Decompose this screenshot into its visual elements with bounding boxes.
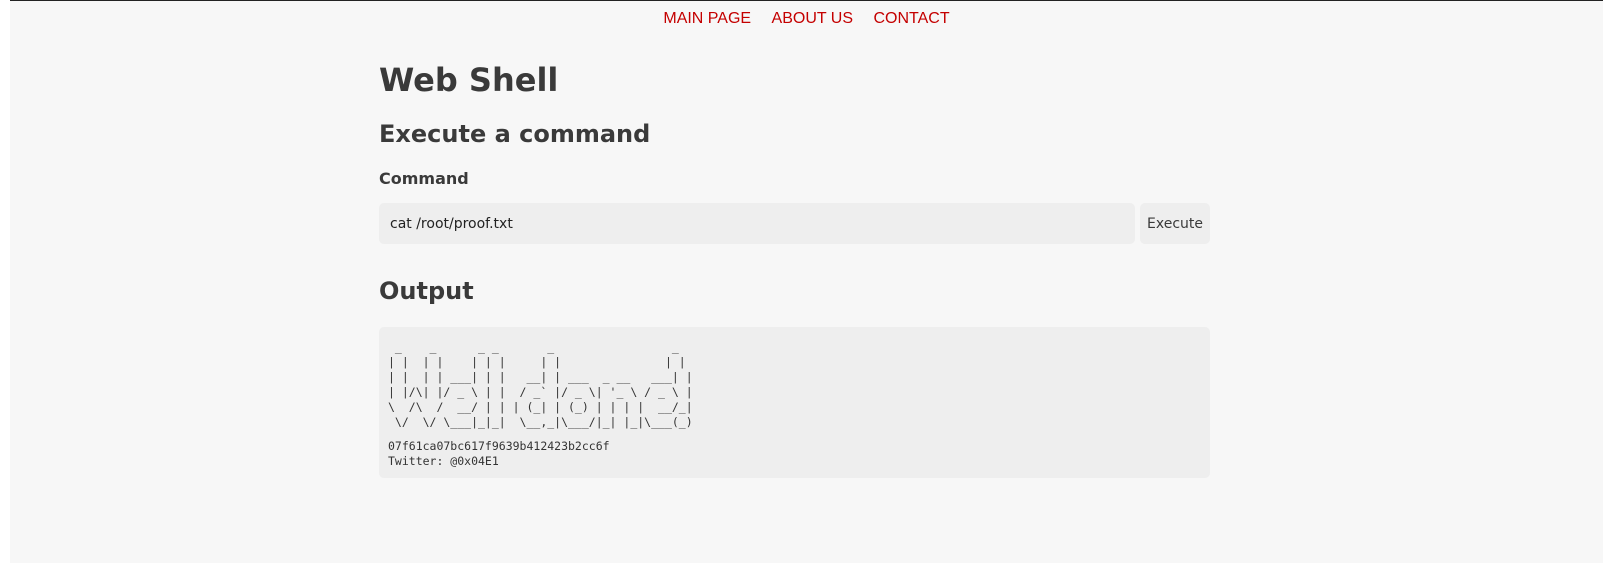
twitter-handle: Twitter: @0x04E1 [388, 454, 499, 468]
nav-about-us-link[interactable]: ABOUT US [772, 10, 854, 27]
top-nav: MAIN PAGE ABOUT US CONTACT [10, 10, 1603, 28]
execute-button[interactable]: Execute [1140, 203, 1210, 244]
command-label: Command [379, 169, 469, 188]
proof-hash: 07f61ca07bc617f9639b412423b2cc6f [388, 439, 610, 453]
nav-contact-link[interactable]: CONTACT [873, 10, 949, 27]
page-title: Web Shell [379, 61, 559, 99]
nav-main-page-link[interactable]: MAIN PAGE [663, 10, 751, 27]
command-input[interactable] [379, 203, 1135, 244]
ascii-art-banner: _ _ _ _ _ _ | | | | | | | | | | | | | | … [388, 340, 693, 429]
execute-heading: Execute a command [379, 120, 651, 148]
page: MAIN PAGE ABOUT US CONTACT Web Shell Exe… [10, 0, 1603, 563]
output-box: _ _ _ _ _ _ | | | | | | | | | | | | | | … [379, 327, 1210, 478]
output-heading: Output [379, 277, 474, 305]
